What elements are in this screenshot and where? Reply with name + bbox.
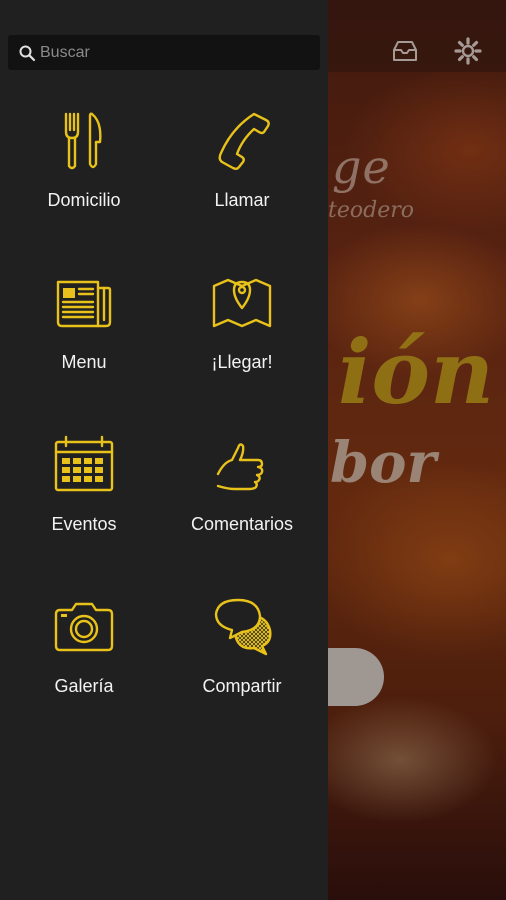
menu-item-eventos[interactable]: Eventos bbox=[2, 420, 166, 580]
menu-item-comentarios[interactable]: Comentarios bbox=[160, 420, 324, 580]
menu-item-label: Llamar bbox=[214, 190, 270, 210]
menu-item-label: Domicilio bbox=[47, 190, 121, 210]
navigation-drawer: Domicilio Llamar Menu bbox=[0, 0, 328, 900]
menu-item-galeria[interactable]: Galería bbox=[2, 582, 166, 742]
menu-item-label: Menu bbox=[61, 352, 107, 372]
menu-item-label: ¡Llegar! bbox=[211, 352, 273, 372]
menu-item-menu[interactable]: Menu bbox=[2, 258, 166, 418]
chat-bubbles-icon bbox=[214, 598, 272, 656]
menu-item-label: Galería bbox=[54, 676, 114, 696]
menu-item-llegar[interactable]: ¡Llegar! bbox=[160, 258, 324, 418]
newspaper-icon bbox=[56, 280, 112, 328]
fork-knife-icon bbox=[64, 112, 102, 170]
menu-item-label: Comentarios bbox=[190, 514, 294, 534]
map-pin-icon bbox=[212, 278, 272, 328]
menu-item-label: Eventos bbox=[51, 514, 117, 534]
camera-icon bbox=[54, 602, 114, 652]
menu-item-label: Compartir bbox=[202, 676, 282, 696]
menu-item-domicilio[interactable]: Domicilio bbox=[2, 96, 166, 256]
search-icon bbox=[19, 45, 36, 61]
search-input[interactable] bbox=[40, 43, 310, 62]
menu-item-compartir[interactable]: Compartir bbox=[160, 582, 324, 742]
calendar-icon bbox=[54, 435, 114, 492]
thumbs-up-icon bbox=[216, 443, 264, 491]
phone-icon bbox=[218, 112, 270, 170]
search-bar[interactable] bbox=[8, 35, 320, 70]
menu-item-llamar[interactable]: Llamar bbox=[160, 96, 324, 256]
